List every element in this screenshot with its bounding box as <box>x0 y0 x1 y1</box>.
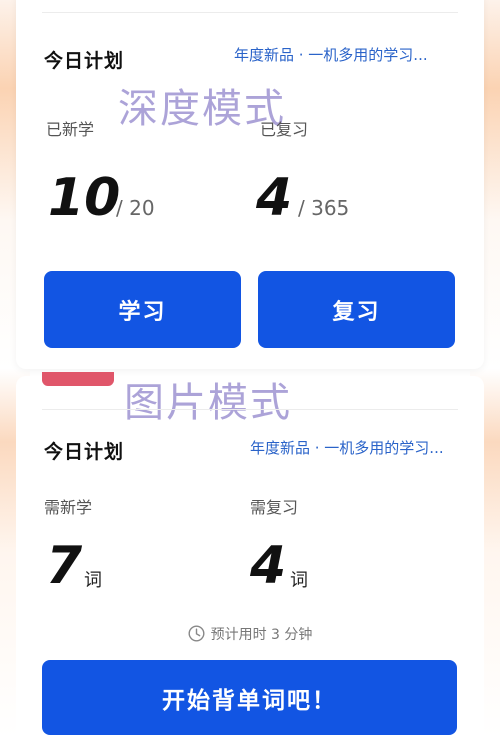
new-learned-label: 已新学 <box>46 120 95 139</box>
estimated-time-text: 预计用时 3 分钟 <box>210 627 313 643</box>
need-review-label: 需复习 <box>250 498 299 517</box>
plan-title: 今日计划 <box>44 441 125 463</box>
image-mode-watermark: 图片模式 <box>124 380 292 426</box>
learn-button[interactable]: 学习 <box>44 271 241 348</box>
reviewed-total: / 365 <box>298 196 350 220</box>
reviewed-label: 已复习 <box>260 120 309 139</box>
need-new-unit: 词 <box>84 570 102 591</box>
plan-title: 今日计划 <box>44 50 125 72</box>
new-learned-total: / 20 <box>116 196 155 220</box>
need-new-count: 7 <box>46 536 83 596</box>
plan-book-link[interactable]: 年度新品 · 一机多用的学习... <box>234 44 428 65</box>
new-learned-count: 10 <box>48 168 121 228</box>
need-review-unit: 词 <box>290 570 308 591</box>
need-review-count: 4 <box>250 536 287 596</box>
clock-icon <box>188 625 205 646</box>
review-button[interactable]: 复习 <box>258 271 455 348</box>
need-new-label: 需新学 <box>44 498 93 517</box>
estimated-time: 预计用时 3 分钟 <box>0 624 500 646</box>
divider <box>42 409 458 410</box>
plan-book-link[interactable]: 年度新品 · 一机多用的学习... <box>250 437 444 458</box>
start-memorize-button[interactable]: 开始背单词吧！ <box>42 660 457 735</box>
divider <box>42 12 458 13</box>
reviewed-count: 4 <box>256 168 293 228</box>
book-cover-thumbnail <box>42 372 114 386</box>
